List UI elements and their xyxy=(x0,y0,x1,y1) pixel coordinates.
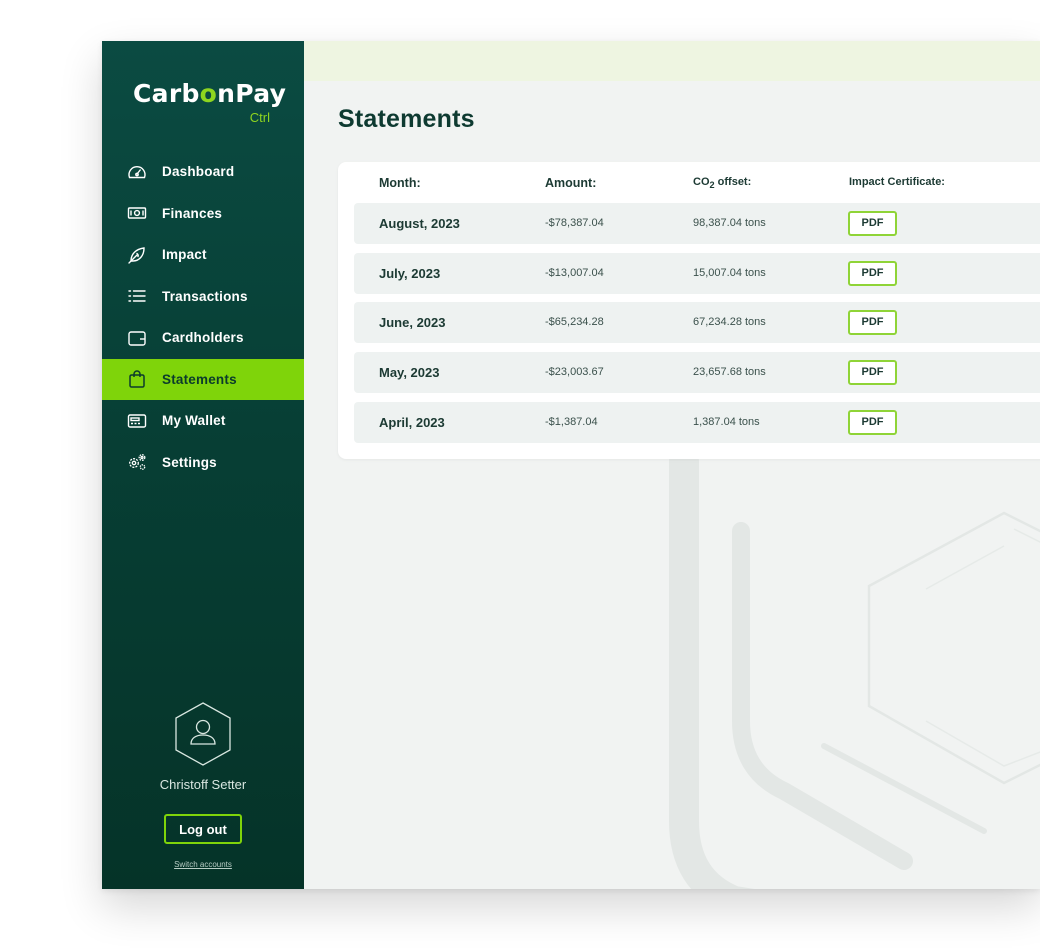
sidebar-nav: Dashboard Finances Impact Transactions C… xyxy=(102,151,304,483)
banknote-icon xyxy=(126,202,148,224)
table-row[interactable]: May, 2023 -$23,003.67 23,657.68 tons PDF xyxy=(354,352,1040,394)
gears-icon xyxy=(126,451,148,473)
wallet-icon xyxy=(126,410,148,432)
cell-month: July, 2023 xyxy=(379,265,441,281)
cell-amount: -$13,007.04 xyxy=(545,266,604,279)
co2-suffix: offset: xyxy=(714,176,752,188)
shopping-bag-icon xyxy=(126,368,148,390)
table-row[interactable]: July, 2023 -$13,007.04 15,007.04 tons PD… xyxy=(354,252,1040,294)
sidebar-item-finances[interactable]: Finances xyxy=(102,193,304,235)
sidebar-item-label: Transactions xyxy=(162,288,248,304)
sidebar-item-label: Statements xyxy=(162,371,237,387)
column-header-impact-certificate: Impact Certificate: xyxy=(849,176,945,188)
sidebar-item-transactions[interactable]: Transactions xyxy=(102,276,304,318)
logout-button[interactable]: Log out xyxy=(164,814,242,844)
sidebar-item-statements[interactable]: Statements xyxy=(102,358,304,400)
statements-table: Month: Amount: CO2 offset: Impact Certif… xyxy=(338,162,1040,459)
cell-month: August, 2023 xyxy=(379,216,460,231)
cell-offset: 67,234.28 tons xyxy=(693,316,766,329)
pdf-download-button[interactable]: PDF xyxy=(848,211,897,236)
table-body: August, 2023 -$78,387.04 98,387.04 tons … xyxy=(354,203,1040,451)
card-holder-icon xyxy=(126,327,148,349)
sidebar-item-my-wallet[interactable]: My Wallet xyxy=(102,400,304,442)
brand-name-part1: Carb xyxy=(133,79,200,108)
pdf-download-button[interactable]: PDF xyxy=(848,360,897,386)
table-row[interactable]: August, 2023 -$78,387.04 98,387.04 tons … xyxy=(354,203,1040,244)
sidebar-item-label: Dashboard xyxy=(162,164,235,180)
sidebar-item-label: Settings xyxy=(162,454,217,470)
cell-offset: 98,387.04 tons xyxy=(693,217,766,229)
column-header-amount: Amount: xyxy=(545,176,597,190)
main-content: Statements Month: Amount: CO2 offset: Im… xyxy=(304,41,1040,889)
sidebar-item-impact[interactable]: Impact xyxy=(102,234,304,276)
brand-sub: Ctrl xyxy=(249,110,270,125)
cell-month: April, 2023 xyxy=(379,414,445,430)
cell-offset: 1,387.04 tons xyxy=(693,415,760,428)
brand-name-part2: nPay xyxy=(217,79,287,108)
co2-prefix: CO xyxy=(693,176,710,188)
cell-month: June, 2023 xyxy=(379,315,446,331)
brand-name: CarbonPay xyxy=(133,79,286,108)
table-row[interactable]: April, 2023 -$1,387.04 1,387.04 tons PDF xyxy=(354,401,1040,443)
sidebar: CarbonPay Ctrl Dashboard Finances Impact… xyxy=(102,41,304,889)
cell-amount: -$65,234.28 xyxy=(545,316,604,329)
switch-accounts-link[interactable]: Switch accounts xyxy=(102,860,304,869)
user-avatar-icon[interactable] xyxy=(172,701,234,767)
pdf-download-button[interactable]: PDF xyxy=(848,409,897,435)
table-header: Month: Amount: CO2 offset: Impact Certif… xyxy=(338,176,1040,196)
user-panel: Christoff Setter Log out Switch accounts xyxy=(102,701,304,869)
user-name: Christoff Setter xyxy=(159,777,247,792)
cell-offset: 23,657.68 tons xyxy=(693,366,766,379)
leaf-icon xyxy=(126,244,148,266)
sidebar-item-cardholders[interactable]: Cardholders xyxy=(102,317,304,359)
sidebar-item-label: My Wallet xyxy=(162,413,226,429)
sidebar-item-label: Impact xyxy=(162,247,207,263)
pdf-download-button[interactable]: PDF xyxy=(848,260,897,286)
sidebar-item-label: Finances xyxy=(162,205,223,221)
cell-amount: -$1,387.04 xyxy=(545,415,598,428)
cell-amount: -$78,387.04 xyxy=(545,217,604,229)
cell-month: May, 2023 xyxy=(379,365,440,381)
cell-offset: 15,007.04 tons xyxy=(693,266,766,279)
cell-amount: -$23,003.67 xyxy=(545,366,604,379)
list-icon xyxy=(126,285,148,307)
column-header-month: Month: xyxy=(379,176,421,190)
sidebar-item-label: Cardholders xyxy=(162,330,244,346)
column-header-co2-offset: CO2 offset: xyxy=(693,176,751,190)
brand-name-accent: o xyxy=(199,79,218,108)
table-row[interactable]: June, 2023 -$65,234.28 67,234.28 tons PD… xyxy=(354,302,1040,344)
sidebar-item-settings[interactable]: Settings xyxy=(102,442,304,484)
sidebar-item-dashboard[interactable]: Dashboard xyxy=(102,151,304,193)
speedometer-icon xyxy=(126,161,148,183)
pdf-download-button[interactable]: PDF xyxy=(848,310,897,336)
page-title: Statements xyxy=(338,105,475,133)
app-window: CarbonPay Ctrl Dashboard Finances Impact… xyxy=(102,41,1040,889)
